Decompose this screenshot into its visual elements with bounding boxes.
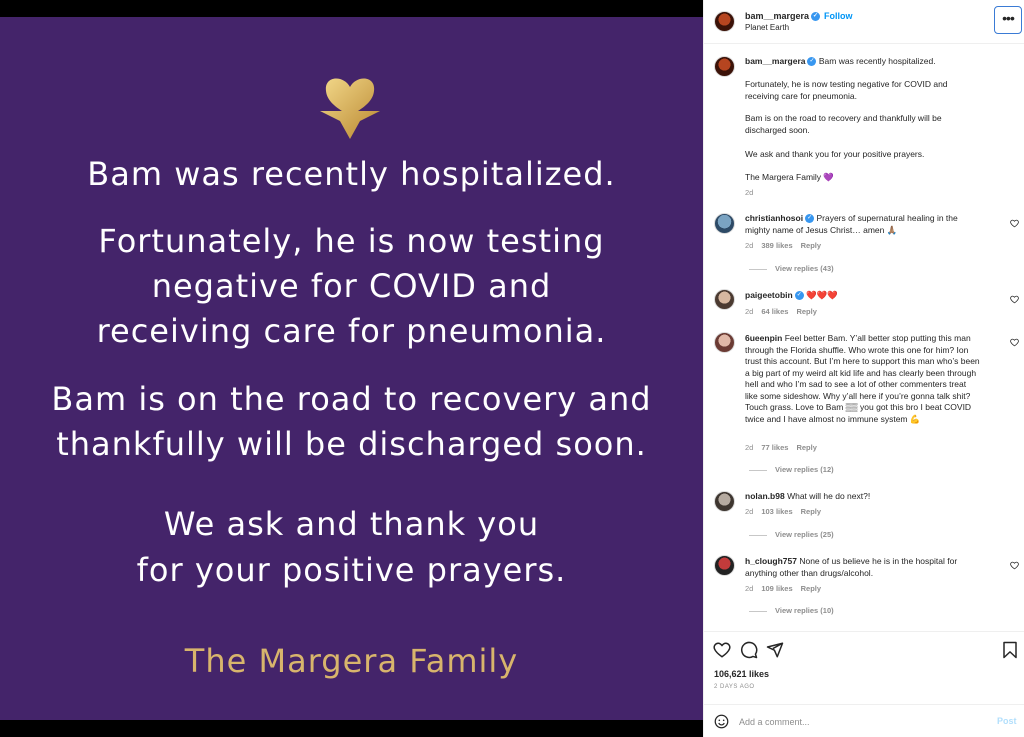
comment-bubble-icon[interactable] <box>740 641 758 659</box>
post-panel: bam__margera ✓ Follow Planet Earth ••• bam… <box>703 0 1024 737</box>
view-replies-button[interactable]: View replies (43) <box>749 264 834 273</box>
reply-button[interactable]: Reply <box>801 241 821 250</box>
post-media[interactable]: Bam was recently hospitalized. Fortunate… <box>0 0 703 737</box>
star-heart-logo <box>320 78 380 139</box>
verified-badge-icon: ✓ <box>807 57 817 67</box>
save-bookmark-icon[interactable] <box>1001 641 1019 659</box>
media-line-4: receiving care for pneumonia. <box>96 312 607 350</box>
comment-time[interactable]: 2d <box>745 307 753 316</box>
comment-body: What will he do next?! <box>787 491 871 501</box>
comment-likes[interactable]: 64 likes <box>761 307 788 316</box>
comment-body: ❤️❤️❤️ <box>806 290 838 300</box>
media-line-1: Bam was recently hospitalized. <box>87 155 616 193</box>
caption-time[interactable]: 2d <box>745 188 753 197</box>
comment-likes[interactable]: 103 likes <box>761 507 792 516</box>
comment-time[interactable]: 2d <box>745 241 753 250</box>
view-replies-button[interactable]: View replies (12) <box>749 465 834 474</box>
comment-avatar[interactable] <box>714 289 735 310</box>
caption-paragraph: We ask and thank you for your positive p… <box>745 149 925 159</box>
verified-badge-icon: ✓ <box>794 291 804 301</box>
caption-paragraph: Bam was recently hospitalized. <box>818 56 936 66</box>
media-line-8: for your positive prayers. <box>136 551 567 589</box>
location-link[interactable]: Planet Earth <box>745 23 789 32</box>
comment-avatar[interactable] <box>714 213 735 234</box>
comment-avatar[interactable] <box>714 491 735 512</box>
comment-username[interactable]: paigeetobin <box>745 290 793 300</box>
comment-text: christianhosoi ✓ Prayers of supernatural … <box>745 213 981 236</box>
comment-likes[interactable]: 389 likes <box>761 241 792 250</box>
comment-username[interactable]: christianhosoi <box>745 213 803 223</box>
media-signature: The Margera Family <box>184 642 519 680</box>
media-line-6: thankfully will be discharged soon. <box>56 425 647 463</box>
comment-likes[interactable]: 109 likes <box>761 584 792 593</box>
likes-count[interactable]: 106,621 likes <box>714 669 769 679</box>
reply-button[interactable]: Reply <box>801 507 821 516</box>
like-comment-heart-icon[interactable] <box>1010 295 1019 304</box>
caption-paragraph: The Margera Family 💜 <box>745 172 834 182</box>
comment-avatar[interactable] <box>714 555 735 576</box>
post-date[interactable]: 2 DAYS AGO <box>714 684 755 690</box>
comment-text: nolan.b98 What will he do next?! <box>745 491 981 503</box>
like-comment-heart-icon[interactable] <box>1010 219 1019 228</box>
emoji-smile-icon[interactable] <box>714 714 729 729</box>
comment-meta: 2d 389 likes Reply <box>745 241 821 250</box>
media-line-5: Bam is on the road to recovery and <box>51 380 652 418</box>
action-bar: 106,621 likes 2 DAYS AGO <box>704 631 1024 695</box>
comment-body: Feel better Bam. Y’all better stop putti… <box>745 333 980 424</box>
comment-avatar[interactable] <box>714 332 735 353</box>
comments-scroll[interactable]: bam__margera ✓ Bam was recently hospitali… <box>704 45 1024 631</box>
comment-meta: 2d 109 likes Reply <box>745 584 821 593</box>
post-image: Bam was recently hospitalized. Fortunate… <box>0 17 703 720</box>
caption-avatar[interactable] <box>714 56 735 77</box>
comment-meta: 2d 64 likes Reply <box>745 307 817 316</box>
comment-meta: 2d 77 likes Reply <box>745 443 817 452</box>
caption-paragraph: Fortunately, he is now testing negative … <box>745 79 948 101</box>
comment-time[interactable]: 2d <box>745 507 753 516</box>
caption: bam__margera ✓ Bam was recently hospitali… <box>745 56 981 68</box>
view-replies-button[interactable]: View replies (10) <box>749 606 834 615</box>
view-replies-label: View replies (43) <box>775 264 834 273</box>
caption-paragraph: Bam is on the road to recovery and thank… <box>745 113 942 135</box>
follow-button[interactable]: Follow <box>824 11 853 21</box>
comment-text: 6ueenpin Feel better Bam. Y’all better s… <box>745 333 981 425</box>
like-comment-heart-icon[interactable] <box>1010 338 1019 347</box>
reply-button[interactable]: Reply <box>801 584 821 593</box>
view-replies-label: View replies (10) <box>775 606 834 615</box>
post-header: bam__margera ✓ Follow Planet Earth ••• <box>704 0 1024 44</box>
comment-meta: 2d 103 likes Reply <box>745 507 821 516</box>
comment-time[interactable]: 2d <box>745 443 753 452</box>
more-options-button[interactable]: ••• <box>994 6 1022 34</box>
verified-badge-icon: ✓ <box>805 214 815 224</box>
comment-text: h_clough757 None of us believe he is in … <box>745 556 981 579</box>
like-heart-icon[interactable] <box>713 641 731 659</box>
comment-username[interactable]: h_clough757 <box>745 556 797 566</box>
view-replies-label: View replies (12) <box>775 465 834 474</box>
media-line-2: Fortunately, he is now testing <box>98 222 605 260</box>
comment-time[interactable]: 2d <box>745 584 753 593</box>
comment-username[interactable]: 6ueenpin <box>745 333 782 343</box>
caption-username[interactable]: bam__margera <box>745 56 805 66</box>
header-username[interactable]: bam__margera <box>745 11 809 21</box>
add-comment-bar: Post <box>704 704 1024 737</box>
reply-button[interactable]: Reply <box>796 307 816 316</box>
comment-username[interactable]: nolan.b98 <box>745 491 785 501</box>
comment-input[interactable] <box>739 714 979 730</box>
share-paper-plane-icon[interactable] <box>766 641 784 659</box>
avatar[interactable] <box>714 11 735 32</box>
media-line-3: negative for COVID and <box>151 267 552 305</box>
reply-button[interactable]: Reply <box>796 443 816 452</box>
view-replies-button[interactable]: View replies (25) <box>749 530 834 539</box>
like-comment-heart-icon[interactable] <box>1010 561 1019 570</box>
media-line-7: We ask and thank you <box>163 505 540 543</box>
comment-text: paigeetobin ✓ ❤️❤️❤️ <box>745 290 981 302</box>
post-comment-button[interactable]: Post <box>997 716 1017 726</box>
comment-likes[interactable]: 77 likes <box>761 443 788 452</box>
view-replies-label: View replies (25) <box>775 530 834 539</box>
verified-badge-icon: ✓ <box>811 12 821 22</box>
header-user-row: bam__margera ✓ Follow <box>745 11 853 22</box>
